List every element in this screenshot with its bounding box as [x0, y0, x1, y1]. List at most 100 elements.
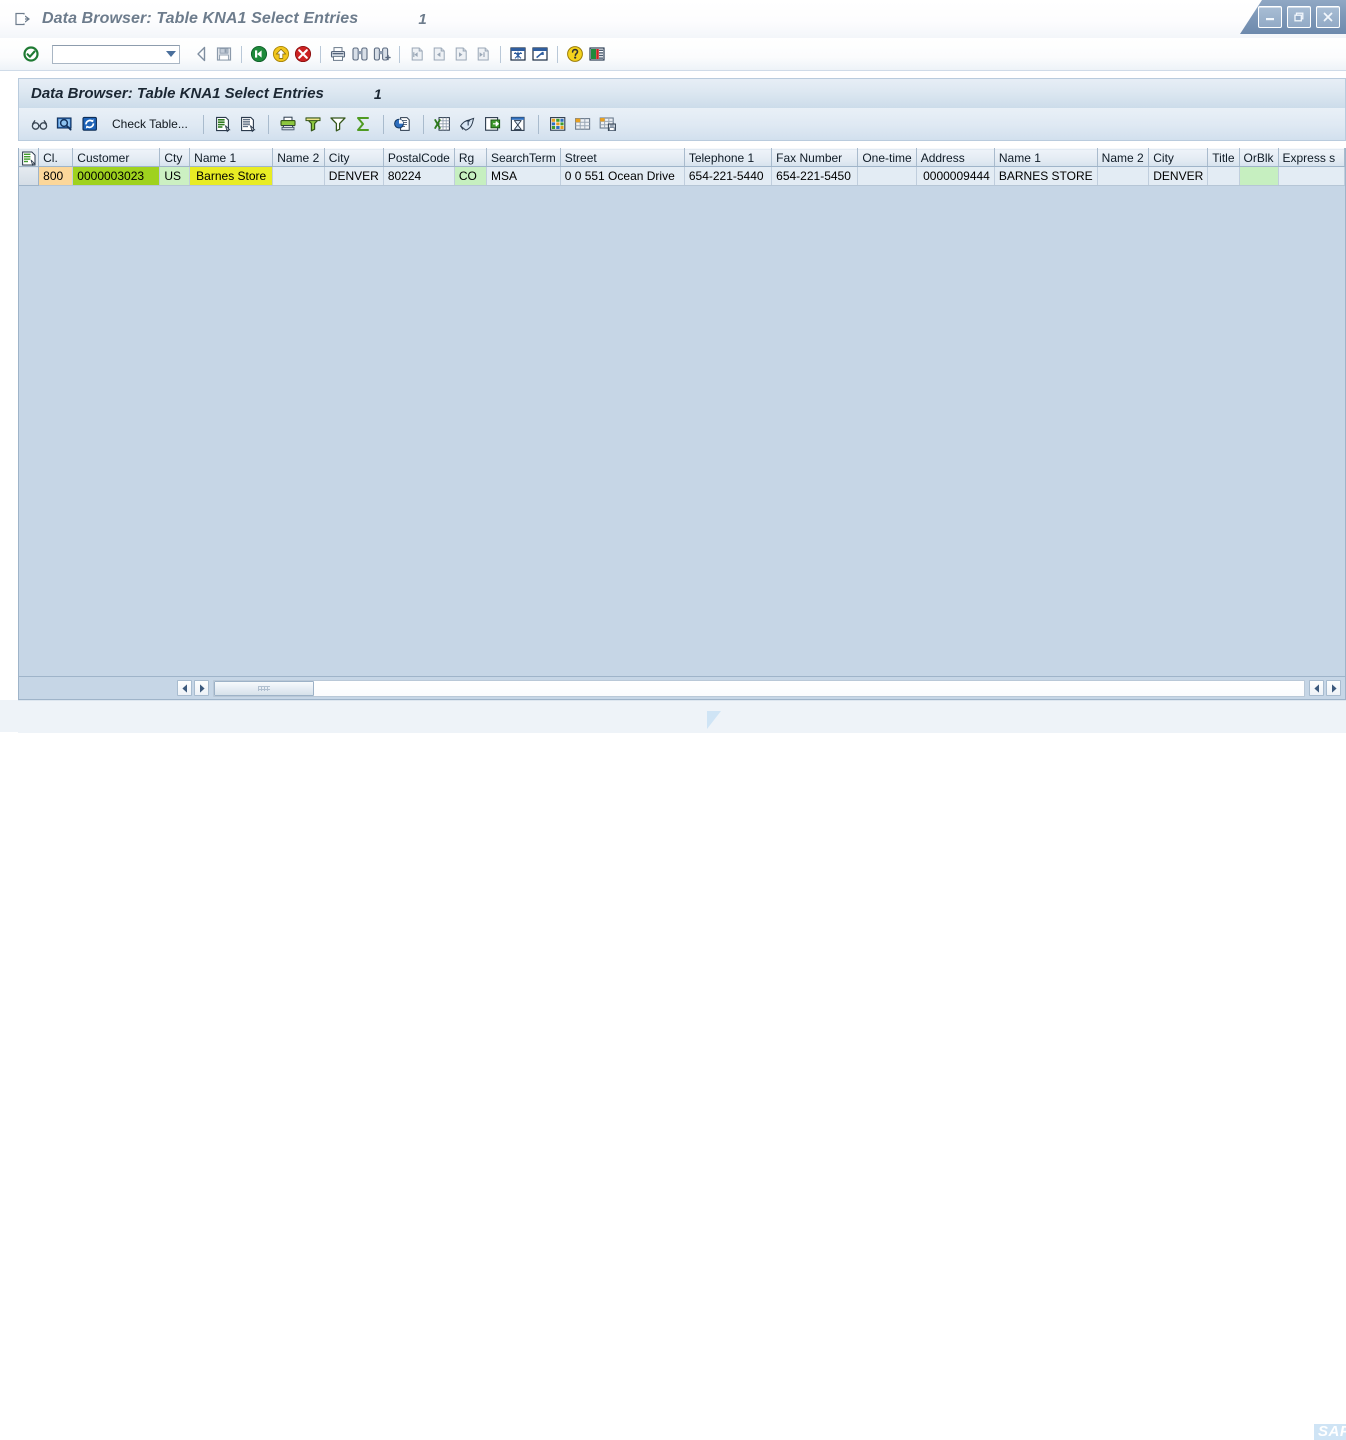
table-cell[interactable]: 80224 — [383, 166, 455, 186]
refresh-blue-icon[interactable] — [77, 112, 102, 136]
scroll-left-icon-right[interactable] — [1309, 680, 1324, 696]
column-header[interactable]: Name 1 — [994, 148, 1098, 167]
row-selector[interactable] — [19, 166, 40, 186]
save-button[interactable] — [213, 43, 235, 65]
toolbar-separator — [241, 45, 242, 63]
help-button[interactable] — [564, 43, 586, 65]
column-header[interactable]: Cl. — [38, 148, 74, 167]
column-header[interactable]: SearchTerm — [486, 148, 561, 167]
last-page-button[interactable] — [472, 43, 494, 65]
column-header[interactable]: Telephone 1 — [684, 148, 773, 167]
print-button[interactable] — [327, 43, 349, 65]
filter-funnel-icon[interactable] — [301, 112, 326, 136]
create-shortcut-button[interactable] — [529, 43, 551, 65]
subtotal-icon[interactable] — [391, 112, 416, 136]
glasses-icon[interactable] — [27, 112, 52, 136]
column-header[interactable]: OrBlk — [1239, 148, 1279, 167]
local-file-icon[interactable] — [481, 112, 506, 136]
data-grid-body: 800 0000003023 US Barnes Store DENVER 80224 CO… — [19, 166, 1345, 186]
close-button[interactable] — [1316, 6, 1340, 28]
scrollbar-thumb[interactable] — [214, 680, 314, 696]
printer-green-icon[interactable] — [276, 112, 301, 136]
table-cell[interactable] — [1097, 166, 1150, 186]
column-header[interactable]: Name 2 — [272, 148, 325, 167]
table-cell[interactable]: MSA — [486, 166, 561, 186]
cancel-button[interactable] — [292, 43, 314, 65]
column-header[interactable]: Cty — [159, 148, 191, 167]
table-cell[interactable]: 0 0 551 Ocean Drive — [560, 166, 685, 186]
chevron-down-icon[interactable] — [166, 50, 176, 57]
table-cell[interactable]: US — [159, 166, 191, 186]
table-cell[interactable]: 654-221-5440 — [684, 166, 773, 186]
column-header[interactable]: Rg — [454, 148, 488, 167]
data-grid-header: Cl. Customer Cty Name 1 Name 2 City PostalCode… — [19, 148, 1345, 167]
exit-button[interactable] — [270, 43, 292, 65]
scroll-left-icon[interactable] — [177, 680, 192, 696]
word-abc-icon[interactable]: T — [456, 112, 481, 136]
name1-value: Barnes Store — [194, 169, 269, 183]
table-cell[interactable] — [1239, 166, 1279, 186]
table-cell[interactable]: DENVER — [324, 166, 384, 186]
scroll-right-icon[interactable] — [194, 680, 209, 696]
command-field[interactable] — [52, 44, 180, 64]
funnel-icon[interactable] — [326, 112, 351, 136]
create-session-button[interactable] — [507, 43, 529, 65]
command-input[interactable] — [55, 45, 163, 63]
exit-back-button[interactable] — [248, 43, 270, 65]
toolbar-separator — [267, 114, 269, 134]
table-cell[interactable]: 800 — [38, 166, 74, 186]
table-cell[interactable] — [272, 166, 325, 186]
window-title-bar: Data Browser: Table KNA1 Select Entries … — [0, 0, 1346, 39]
column-header[interactable]: PostalCode — [383, 148, 455, 167]
column-header[interactable]: City — [1148, 148, 1209, 167]
data-grid[interactable]: Cl. Customer Cty Name 1 Name 2 City PostalCode… — [18, 148, 1346, 676]
find-next-button[interactable] — [371, 43, 393, 65]
table-cell[interactable]: Barnes Store — [189, 166, 274, 186]
column-header[interactable]: Street — [560, 148, 685, 167]
details-list-icon[interactable] — [211, 112, 236, 136]
table-row[interactable]: 800 0000003023 US Barnes Store DENVER 80224 CO… — [19, 166, 1345, 186]
sigma-sum-icon[interactable] — [351, 112, 376, 136]
enter-button[interactable] — [22, 45, 40, 63]
table-cell[interactable] — [1278, 166, 1345, 186]
column-header[interactable]: City — [324, 148, 384, 167]
grid-colored-icon[interactable] — [546, 112, 571, 136]
table-cell[interactable]: 654-221-5450 — [771, 166, 859, 186]
send-mail-icon[interactable] — [506, 112, 531, 136]
back-button[interactable] — [191, 43, 213, 65]
minimize-button[interactable] — [1258, 6, 1282, 28]
customize-button[interactable] — [586, 43, 608, 65]
column-header[interactable]: Address — [916, 148, 995, 167]
magnifier-screen-icon[interactable] — [52, 112, 77, 136]
save-layout-icon[interactable] — [596, 112, 621, 136]
column-header[interactable]: Fax Number — [771, 148, 859, 167]
select-all-icon[interactable] — [19, 148, 40, 167]
table-cell[interactable]: BARNES STORE — [994, 166, 1098, 186]
previous-page-button[interactable] — [428, 43, 450, 65]
detail-document-icon[interactable] — [236, 112, 261, 136]
check-table-button[interactable]: Check Table... — [108, 115, 192, 133]
table-cell[interactable]: 0000009444 — [916, 166, 995, 186]
column-header[interactable]: Customer — [72, 148, 161, 167]
restore-button[interactable] — [1287, 6, 1311, 28]
horizontal-scrollbar[interactable] — [18, 676, 1346, 700]
column-header[interactable]: Name 2 — [1097, 148, 1150, 167]
column-header[interactable]: Title — [1207, 148, 1240, 167]
scroll-right-icon-right[interactable] — [1326, 680, 1341, 696]
scrollbar-track[interactable] — [213, 679, 1305, 697]
find-button[interactable] — [349, 43, 371, 65]
table-cell[interactable]: 0000003023 — [72, 166, 161, 186]
next-page-button[interactable] — [450, 43, 472, 65]
header-row: Cl. Customer Cty Name 1 Name 2 City PostalCode… — [19, 148, 1345, 167]
table-cell[interactable]: DENVER — [1148, 166, 1209, 186]
toolbar-separator — [320, 45, 321, 63]
column-header[interactable]: Express s — [1278, 148, 1345, 167]
column-header[interactable]: One-time — [857, 148, 917, 167]
table-cell[interactable] — [857, 166, 917, 186]
layout-grid-icon[interactable] — [571, 112, 596, 136]
column-header[interactable]: Name 1 — [189, 148, 274, 167]
first-page-button[interactable] — [406, 43, 428, 65]
table-cell[interactable]: CO — [454, 166, 488, 186]
table-cell[interactable] — [1207, 166, 1240, 186]
excel-export-icon[interactable] — [431, 112, 456, 136]
